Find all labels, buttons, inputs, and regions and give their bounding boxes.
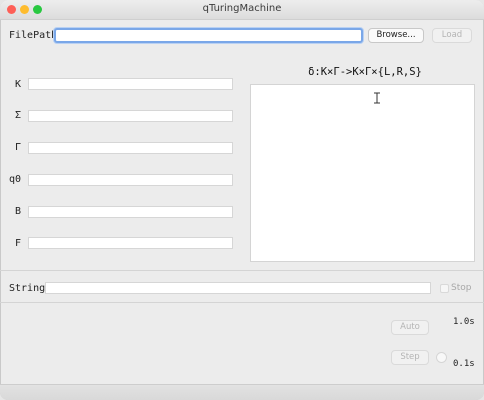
section-divider bbox=[0, 270, 484, 271]
filepath-label: FilePath bbox=[9, 30, 58, 41]
title-bar: qTuringMachine bbox=[0, 0, 484, 20]
q0-label: q0 bbox=[9, 174, 22, 185]
load-button[interactable]: Load bbox=[432, 28, 472, 43]
text-cursor-icon bbox=[373, 92, 381, 104]
stop-checkbox[interactable] bbox=[440, 284, 449, 293]
delta-title: δ:K×Γ->K×Γ×{L,R,S} bbox=[308, 66, 422, 78]
b-label: B bbox=[15, 206, 22, 217]
section-divider bbox=[0, 302, 484, 303]
q0-input[interactable] bbox=[28, 174, 233, 186]
gamma-input[interactable] bbox=[28, 142, 233, 154]
b-input[interactable] bbox=[28, 206, 233, 218]
k-input[interactable] bbox=[28, 78, 233, 90]
step-button[interactable]: Step bbox=[391, 350, 429, 365]
bottom-bar bbox=[0, 384, 484, 400]
window-title: qTuringMachine bbox=[202, 3, 282, 14]
string-label: String bbox=[9, 283, 46, 294]
stop-label: Stop bbox=[451, 283, 472, 293]
sigma-input[interactable] bbox=[28, 110, 233, 122]
string-input[interactable] bbox=[45, 282, 431, 294]
gamma-label: Γ bbox=[15, 142, 22, 153]
step-radio[interactable] bbox=[436, 352, 447, 363]
step-interval-label: 0.1s bbox=[453, 359, 475, 369]
auto-button[interactable]: Auto bbox=[391, 320, 429, 335]
main-window: qTuringMachine FilePath Browse... Load K… bbox=[0, 0, 484, 400]
browse-button[interactable]: Browse... bbox=[368, 28, 424, 43]
k-label: K bbox=[15, 79, 22, 90]
delta-textarea[interactable] bbox=[250, 84, 475, 262]
f-input[interactable] bbox=[28, 237, 233, 249]
filepath-input[interactable] bbox=[54, 28, 363, 43]
auto-interval-label: 1.0s bbox=[453, 317, 475, 327]
f-label: F bbox=[15, 238, 22, 249]
sigma-label: Σ bbox=[15, 110, 22, 121]
